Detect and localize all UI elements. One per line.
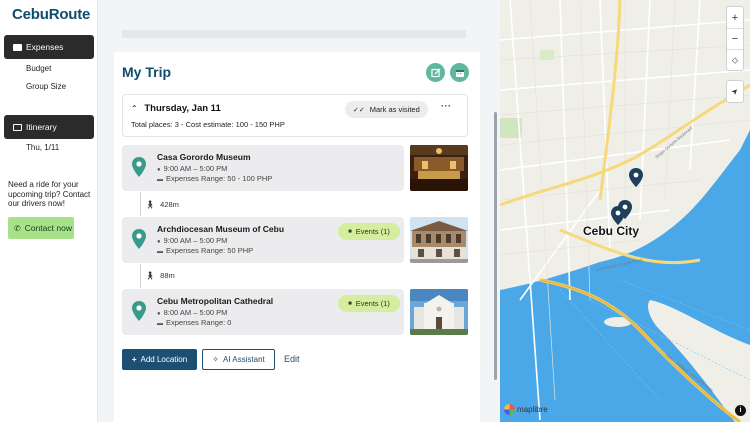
cathedral-image <box>410 289 468 335</box>
maplibre-icon <box>504 404 515 415</box>
clock-icon: ● <box>157 311 161 317</box>
add-location-button[interactable]: + Add Location <box>122 349 197 370</box>
sidebar-subitem-budget[interactable]: Budget <box>26 64 51 73</box>
plus-icon: + <box>131 355 137 364</box>
contact-now-label: Contact now <box>24 223 72 233</box>
sidebar-item-itinerary[interactable]: Itinerary <box>4 115 94 139</box>
calendar-icon <box>455 69 464 77</box>
place-expenses: ▬ Expenses Range: 50 - 100 PHP <box>157 174 272 183</box>
events-badge[interactable]: ■ Events (1) <box>338 223 400 240</box>
chevron-up-icon: ⌃ <box>131 104 138 113</box>
wallet-icon <box>13 43 22 51</box>
place-expenses: ▬ Expenses Range: 50 PHP <box>157 246 253 255</box>
app-root: CebuRoute Expenses Budget Group Size Iti… <box>0 0 750 422</box>
mark-as-visited-button[interactable]: ✓✓ Mark as visited <box>345 101 428 118</box>
place-hours-text: 9:00 AM – 5:00 PM <box>163 164 228 173</box>
maplibre-logo[interactable]: maplibre <box>504 404 548 415</box>
events-label: Events (1) <box>355 299 390 308</box>
museum-interior-image <box>410 145 468 191</box>
money-icon: ▬ <box>157 249 163 255</box>
museum-building-image <box>410 217 468 263</box>
sidebar-item-expenses[interactable]: Expenses <box>4 35 94 59</box>
map-pin-icon <box>132 157 146 177</box>
event-icon: ■ <box>348 228 352 235</box>
add-location-label: Add Location <box>140 355 188 364</box>
attribution-info-button[interactable]: i <box>735 405 746 416</box>
walking-icon: 🚶︎ <box>145 271 156 280</box>
map-book-icon <box>13 123 22 131</box>
sidebar: CebuRoute Expenses Budget Group Size Iti… <box>0 0 98 422</box>
day-title: Thursday, Jan 11 <box>144 103 221 114</box>
map-pin-icon <box>132 229 146 249</box>
place-expenses-text: Expenses Range: 50 PHP <box>166 246 254 255</box>
place-thumbnail-cathedral[interactable] <box>410 289 468 335</box>
place-thumbnail-casa-gorordo[interactable] <box>410 145 468 191</box>
place-hours-text: 8:00 AM – 5:00 PM <box>163 308 228 317</box>
ride-promo-text: Need a ride for your upcoming trip? Cont… <box>8 180 91 208</box>
day-summary: Total places: 3 - Cost estimate: 100 - 1… <box>131 120 285 129</box>
place-name: Cebu Metropolitan Cathedral <box>157 296 274 306</box>
place-name: Archdiocesan Museum of Cebu <box>157 224 285 234</box>
ai-assistant-button[interactable]: ✧ AI Assistant <box>202 349 275 370</box>
place-name: Casa Gorordo Museum <box>157 152 251 162</box>
route-connector <box>140 192 141 216</box>
place-card[interactable]: Casa Gorordo Museum ● 9:00 AM – 5:00 PM ▬… <box>122 145 404 191</box>
trip-section: My Trip ⌃ Thursday, Jan 11 Total places:… <box>98 0 500 422</box>
sidebar-subitem-group-size[interactable]: Group Size <box>26 82 66 91</box>
map-pin-icon <box>132 301 146 321</box>
route-connector <box>140 264 141 288</box>
map-canvas <box>500 0 750 422</box>
walk-distance-text: 88m <box>160 271 175 280</box>
place-card[interactable]: Cebu Metropolitan Cathedral ● 8:00 AM – 5… <box>122 289 404 335</box>
place-expenses: ▬ Expenses Range: 0 <box>157 318 231 327</box>
place-expenses-text: Expenses Range: 0 <box>166 318 232 327</box>
more-options-button[interactable]: ··· <box>441 101 452 111</box>
place-hours: ● 9:00 AM – 5:00 PM <box>157 236 227 245</box>
place-thumbnail-archdiocesan[interactable] <box>410 217 468 263</box>
walk-distance: 🚶︎ 428m <box>145 200 179 209</box>
edit-icon <box>430 68 440 77</box>
clock-icon: ● <box>157 167 161 173</box>
place-hours: ● 9:00 AM – 5:00 PM <box>157 164 227 173</box>
mark-visited-label: Mark as visited <box>369 105 420 114</box>
walk-distance: 🚶︎ 88m <box>145 271 175 280</box>
sidebar-subitem-day[interactable]: Thu, 1/11 <box>26 143 59 152</box>
ai-assistant-label: AI Assistant <box>222 355 265 364</box>
page-title: My Trip <box>122 64 172 80</box>
double-check-icon: ✓✓ <box>353 106 365 114</box>
contact-now-button[interactable]: ✆ Contact now <box>8 217 74 239</box>
event-icon: ■ <box>348 300 352 307</box>
clock-icon: ● <box>157 239 161 245</box>
edit-button[interactable]: Edit <box>284 354 300 364</box>
events-label: Events (1) <box>355 227 390 236</box>
day-header[interactable]: ⌃ Thursday, Jan 11 <box>131 103 221 114</box>
app-logo[interactable]: CebuRoute <box>12 6 90 23</box>
magic-wand-icon: ✧ <box>212 355 219 364</box>
place-expenses-text: Expenses Range: 50 - 100 PHP <box>166 174 273 183</box>
place-hours: ● 8:00 AM – 5:00 PM <box>157 308 227 317</box>
zoom-controls: + − ⬦ <box>726 6 744 71</box>
phone-icon: ✆ <box>14 223 21 233</box>
zoom-out-button[interactable]: − <box>727 28 743 49</box>
maplibre-text: maplibre <box>517 405 548 414</box>
city-label: Cebu City <box>583 224 640 238</box>
geolocate-control: ➤ <box>726 80 744 103</box>
map-view[interactable]: Cebu South Coastal Road Cebu - Cordova L… <box>500 0 750 422</box>
money-icon: ▬ <box>157 177 163 183</box>
place-card[interactable]: Archdiocesan Museum of Cebu ● 9:00 AM – 5… <box>122 217 404 263</box>
walking-icon: 🚶︎ <box>145 200 156 209</box>
compass-button[interactable]: ⬦ <box>727 49 743 70</box>
events-badge[interactable]: ■ Events (1) <box>338 295 400 312</box>
money-icon: ▬ <box>157 321 163 327</box>
edit-trip-button[interactable] <box>426 63 445 82</box>
day-card: ⌃ Thursday, Jan 11 Total places: 3 - Cos… <box>122 94 468 137</box>
sidebar-item-label: Expenses <box>26 42 64 52</box>
calendar-button[interactable] <box>450 63 469 82</box>
zoom-in-button[interactable]: + <box>727 7 743 28</box>
place-hours-text: 9:00 AM – 5:00 PM <box>163 236 228 245</box>
sidebar-item-label: Itinerary <box>26 122 57 132</box>
walk-distance-text: 428m <box>160 200 179 209</box>
